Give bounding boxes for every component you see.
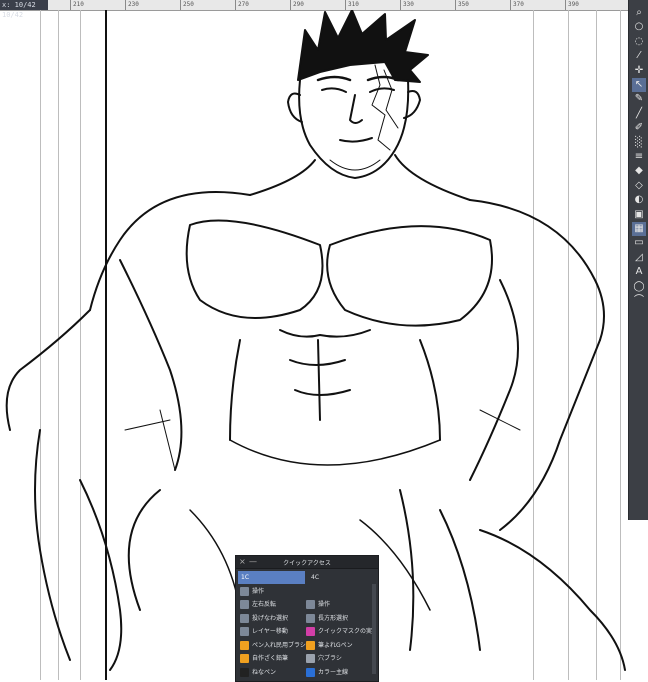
quick-access-item-label: 操作 [318, 601, 331, 608]
ruler-tick: 210 [70, 0, 84, 10]
quick-access-item[interactable]: 投げなわ選択 [240, 613, 306, 625]
ruler-tick: 290 [290, 0, 304, 10]
quick-access-item-label: 投げなわ選択 [252, 614, 289, 622]
correction-icon[interactable]: ⌒ [632, 294, 646, 308]
ruler-tick: 230 [125, 0, 139, 10]
tab-1c[interactable]: 1C [238, 571, 305, 584]
ruler-tick-label: 330 [403, 1, 414, 8]
layer-color-icon[interactable]: ▦ [632, 222, 646, 236]
quick-access-item[interactable]: 左右反転 [240, 599, 306, 611]
quick-access-item-label: ペン入れ民用ブラシ [252, 641, 306, 649]
figure-icon[interactable]: ▭ [632, 236, 646, 250]
tool-palette: ⌕ ○ ◌ ⁄ ✛ ↖ ✎ ╱ ✐ ░ ≡ ◆ ◇ ◐ ▣ ▦ ▭ ◿ A ◯ ⌒ [628, 0, 648, 520]
pen-icon[interactable]: ✎ [632, 92, 646, 106]
ruler-tick-label: 230 [128, 1, 139, 8]
quick-access-panel: × — クイックアクセス 1C 4C 操作 左右反転 操作投げなわ選択 長方形選択レ… [235, 555, 379, 682]
eyedropper-icon[interactable]: ⁄ [632, 49, 646, 63]
ruler-icon[interactable]: ◿ [632, 251, 646, 265]
ruler-tick: 310 [345, 0, 359, 10]
quick-access-item[interactable]: 長方形選択 [306, 613, 372, 625]
quick-access-item[interactable]: ペン入れ民用ブラシ [240, 640, 306, 652]
ruler-tick-label: 270 [238, 1, 249, 8]
ruler-tick-label: 350 [458, 1, 469, 8]
magnifier-icon[interactable]: ○ [632, 20, 646, 34]
ruler-tick: 350 [455, 0, 469, 10]
object-select-icon[interactable]: ↖ [632, 78, 646, 92]
quick-access-item[interactable]: 穴ブラシ [306, 653, 372, 665]
ruler-tick: 250 [180, 0, 194, 10]
lasso-icon[interactable]: ◌ [632, 35, 646, 49]
ruler-tick-label: 210 [73, 1, 84, 8]
ruler-tick: 270 [235, 0, 249, 10]
header-item[interactable]: 操作 [240, 586, 264, 598]
ruler-tick-label: 290 [293, 1, 304, 8]
tool-icon [306, 667, 315, 677]
panel-title: クイックアクセス [283, 560, 331, 567]
tool-icon [306, 613, 315, 623]
ruler-tick-label: 390 [568, 1, 579, 8]
decoration-icon[interactable]: ≡ [632, 150, 646, 164]
text-icon[interactable]: A [632, 265, 646, 279]
brush-icon[interactable]: ╱ [632, 107, 646, 121]
quick-access-item-label: クイックマスクの実行・非 [318, 628, 372, 635]
quick-access-item-label: カラー主線 [318, 668, 349, 676]
ruler-tick-label: 250 [183, 1, 194, 8]
ruler-tick-label: 310 [348, 1, 359, 8]
quick-access-item[interactable]: 操作 [306, 599, 372, 611]
panel-title-bar[interactable]: × — クイックアクセス [236, 556, 378, 569]
quick-access-item-label: 左右反転 [252, 601, 277, 608]
coordinate-readout: x: 10/42 10/42 [0, 0, 48, 19]
tool-icon [306, 600, 315, 609]
airbrush-icon[interactable]: ░ [632, 136, 646, 150]
set-tabs: 1C 4C [236, 571, 378, 584]
quick-access-item[interactable]: カラー主線 [306, 667, 372, 679]
quick-access-item-label: 自作ざく鉛筆 [252, 655, 289, 662]
tool-icon [240, 654, 249, 663]
tool-icon [240, 600, 249, 609]
quick-access-item-label: ねなペン [252, 668, 277, 676]
move-icon[interactable]: ✛ [632, 64, 646, 78]
quick-access-item-label: 長方形選択 [318, 614, 349, 622]
ruler-tick: 370 [510, 0, 524, 10]
ruler-tick: 390 [565, 0, 579, 10]
ruler-tick-label: 370 [513, 1, 524, 8]
tool-icon [240, 613, 249, 623]
tab-4c[interactable]: 4C [308, 571, 361, 584]
scrollbar[interactable] [372, 584, 376, 674]
ruler-tick: 330 [400, 0, 414, 10]
quick-access-item[interactable]: 自作ざく鉛筆 [240, 653, 306, 665]
blend-icon[interactable]: ◇ [632, 179, 646, 193]
tool-icon [240, 640, 249, 650]
eraser-icon[interactable]: ◆ [632, 164, 646, 178]
fill-icon[interactable]: ◐ [632, 193, 646, 207]
balloon-icon[interactable]: ◯ [632, 280, 646, 294]
quick-access-item[interactable]: クイックマスクの実行・非 [306, 626, 372, 638]
zoom-icon[interactable]: ⌕ [632, 6, 646, 20]
quick-access-item-label: レイヤー移動 [252, 628, 288, 635]
quick-access-item-label: 穴ブラシ [318, 655, 342, 662]
quick-access-item[interactable]: ねなペン [240, 667, 306, 679]
gradient-icon[interactable]: ▣ [632, 208, 646, 222]
quick-access-item-label: 筆よれGペン [318, 641, 353, 649]
quick-access-item[interactable]: レイヤー移動 [240, 626, 306, 638]
tool-icon [306, 640, 315, 650]
pencil-icon[interactable]: ✐ [632, 121, 646, 135]
tool-icon [306, 627, 315, 636]
quick-access-item[interactable]: 筆よれGペン [306, 640, 372, 652]
tool-icon [240, 667, 249, 677]
tool-icon [240, 627, 249, 636]
tool-icon [306, 654, 315, 663]
gear-icon [240, 587, 249, 596]
